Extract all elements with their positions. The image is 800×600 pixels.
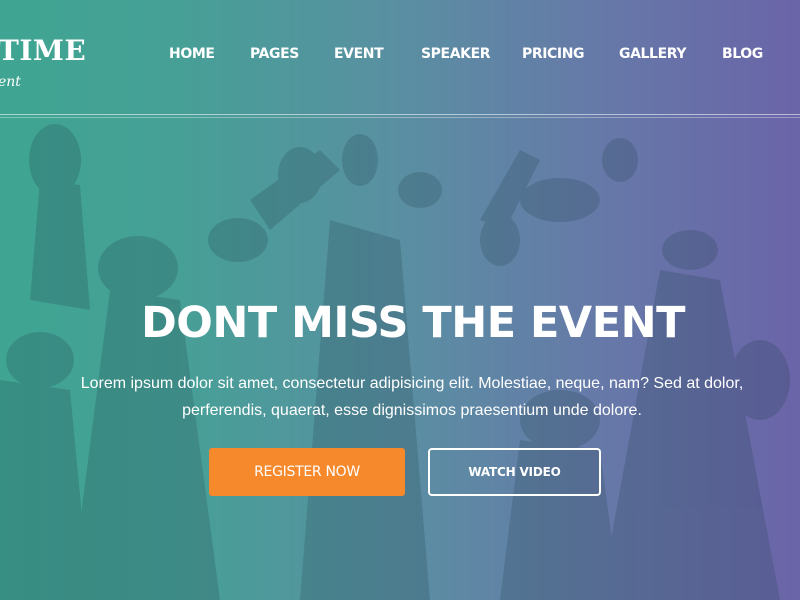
nav-item-pages[interactable]: PAGES [250, 46, 299, 62]
header-divider-secondary [0, 117, 800, 118]
nav-item-home[interactable]: HOME [169, 46, 215, 62]
main-nav: HOME PAGES EVENT SPEAKER PRICING GALLERY… [0, 46, 800, 68]
nav-item-gallery[interactable]: GALLERY [619, 46, 686, 62]
header-divider [0, 114, 800, 115]
watch-video-button[interactable]: WATCH VIDEO [428, 448, 601, 496]
nav-item-event[interactable]: EVENT [334, 46, 384, 62]
register-now-button[interactable]: REGISTER NOW [209, 448, 405, 496]
brand-tagline: ent [0, 74, 21, 90]
nav-item-blog[interactable]: BLOG [722, 46, 763, 62]
nav-item-pricing[interactable]: PRICING [522, 46, 585, 62]
hero-description: Lorem ipsum dolor sit amet, consectetur … [80, 375, 744, 419]
hero-title: DONT MISS THE EVENT [141, 298, 685, 348]
nav-item-speaker[interactable]: SPEAKER [421, 46, 491, 62]
